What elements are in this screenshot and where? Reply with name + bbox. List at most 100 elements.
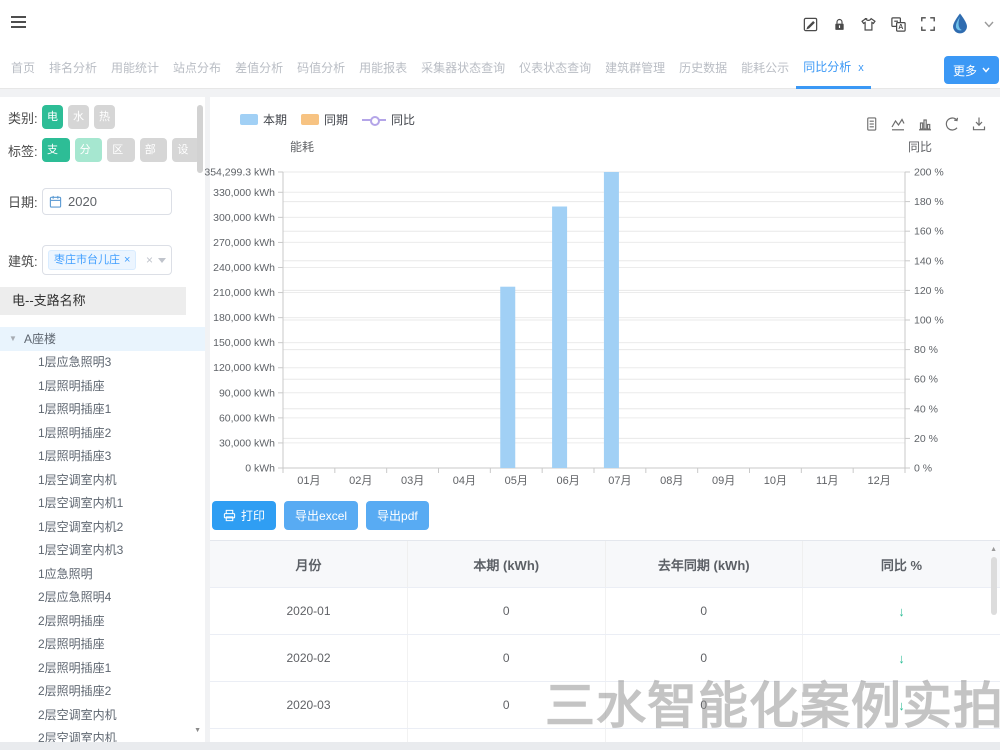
date-filter-row: 日期: 2020 bbox=[8, 188, 205, 215]
table-scrollbar[interactable] bbox=[991, 557, 997, 615]
tree-item[interactable]: 1层应急照明3 bbox=[0, 351, 205, 375]
category-chip[interactable]: 热 bbox=[94, 105, 115, 129]
svg-text:02月: 02月 bbox=[349, 475, 372, 487]
category-chip[interactable]: 水 bbox=[68, 105, 89, 129]
tab-item[interactable]: 码值分析 bbox=[290, 49, 352, 88]
tab-item[interactable]: 用能报表 bbox=[352, 49, 414, 88]
tab-item[interactable]: 站点分布 bbox=[166, 49, 228, 88]
tag-label: 标签: bbox=[8, 141, 42, 160]
close-icon[interactable]: x bbox=[858, 62, 864, 74]
trend-down-icon: ↓ bbox=[898, 698, 905, 713]
tag-chip[interactable]: 设备 bbox=[172, 138, 200, 162]
tab-item[interactable]: 建筑群管理 bbox=[598, 49, 672, 88]
tag-close-icon[interactable]: × bbox=[124, 252, 130, 269]
chart-actions: 打印 导出excel 导出pdf bbox=[212, 501, 429, 530]
tab-item[interactable]: 用能统计 bbox=[104, 49, 166, 88]
legend-item[interactable]: 本期 bbox=[240, 111, 287, 128]
tree-item[interactable]: 1层空调室内机2 bbox=[0, 516, 205, 540]
svg-text:08月: 08月 bbox=[660, 475, 683, 487]
caret-down-icon[interactable]: ▼ bbox=[9, 327, 17, 351]
tree-item[interactable]: 2层照明插座 bbox=[0, 633, 205, 657]
export-excel-button[interactable]: 导出excel bbox=[284, 501, 358, 530]
tab-item[interactable]: 能耗公示 bbox=[734, 49, 796, 88]
tree-item[interactable]: 1层照明插座2 bbox=[0, 422, 205, 446]
tree-group[interactable]: ▼ A座楼 bbox=[0, 327, 205, 351]
chevron-down-icon[interactable] bbox=[984, 21, 994, 28]
tree-item[interactable]: 1层照明插座1 bbox=[0, 398, 205, 422]
tree-item[interactable]: 2层空调室内机 bbox=[0, 727, 205, 742]
svg-text:11月: 11月 bbox=[816, 475, 838, 487]
scroll-up-icon[interactable]: ▲ bbox=[990, 546, 997, 553]
table-cell: 0 bbox=[408, 682, 606, 729]
tab-item[interactable]: 排名分析 bbox=[42, 49, 104, 88]
svg-text:160 %: 160 % bbox=[914, 226, 944, 238]
table-row[interactable]: 2020-0200↓ bbox=[210, 635, 1000, 682]
table-cell: 0 bbox=[605, 635, 803, 682]
download-icon[interactable] bbox=[971, 116, 987, 132]
tag-chip[interactable]: 区域 bbox=[107, 138, 135, 162]
tree-item[interactable]: 1层空调室内机1 bbox=[0, 492, 205, 516]
tree-item[interactable]: 1层空调室内机3 bbox=[0, 539, 205, 563]
category-chip[interactable]: 电 bbox=[42, 105, 63, 129]
more-button[interactable]: 更多 bbox=[944, 56, 999, 84]
tree-item[interactable]: 1层空调室内机 bbox=[0, 469, 205, 493]
tree-item[interactable]: 2层照明插座2 bbox=[0, 680, 205, 704]
tab-item[interactable]: 首页 bbox=[4, 49, 42, 88]
tab-item[interactable]: 采集器状态查询 bbox=[414, 49, 512, 88]
table-row[interactable]: 2020-0300↓ bbox=[210, 682, 1000, 729]
edit-icon[interactable] bbox=[802, 16, 819, 33]
scroll-down-icon[interactable]: ▼ bbox=[194, 727, 201, 734]
table-cell: 2020-02 bbox=[210, 635, 408, 682]
tab-item[interactable]: 同比分析x bbox=[796, 48, 871, 88]
tag-chip[interactable]: 部门 bbox=[140, 138, 168, 162]
line-chart-icon[interactable] bbox=[890, 116, 906, 132]
building-filter-row: 建筑: 枣庄市台儿庄 × × bbox=[8, 245, 205, 275]
table-cell: ↓ bbox=[803, 588, 1000, 635]
tab-item[interactable]: 差值分析 bbox=[228, 49, 290, 88]
lock-icon[interactable] bbox=[832, 16, 847, 33]
legend-line-marker bbox=[362, 119, 386, 121]
legend-label: 本期 bbox=[263, 111, 287, 128]
tree-item[interactable]: 2层照明插座1 bbox=[0, 657, 205, 681]
table-row[interactable]: 2020-0100↓ bbox=[210, 588, 1000, 635]
table-cell: 2020-03 bbox=[210, 682, 408, 729]
sidebar-scrollbar[interactable] bbox=[197, 105, 203, 173]
fullscreen-icon[interactable] bbox=[920, 16, 936, 32]
tab-item[interactable]: 历史数据 bbox=[672, 49, 734, 88]
svg-text:60 %: 60 % bbox=[914, 374, 938, 386]
table-row[interactable]: 2020-0400↓ bbox=[210, 729, 1000, 744]
svg-text:06月: 06月 bbox=[556, 475, 579, 487]
more-label: 更多 bbox=[953, 62, 977, 79]
bar-chart-icon[interactable] bbox=[917, 116, 933, 132]
clear-icon[interactable]: × bbox=[146, 253, 153, 267]
table-column-header: 月份 bbox=[210, 541, 408, 588]
print-button[interactable]: 打印 bbox=[212, 501, 276, 530]
tab-label: 码值分析 bbox=[297, 61, 345, 75]
translate-icon[interactable]: A bbox=[890, 16, 907, 33]
tree-item[interactable]: 2层照明插座 bbox=[0, 610, 205, 634]
refresh-icon[interactable] bbox=[944, 116, 960, 132]
date-label: 日期: bbox=[8, 192, 42, 211]
tree-item[interactable]: 1应急照明 bbox=[0, 563, 205, 587]
tree-item[interactable]: 2层空调室内机 bbox=[0, 704, 205, 728]
tag-chip[interactable]: 分项 bbox=[75, 138, 103, 162]
legend-item[interactable]: 同比 bbox=[362, 111, 415, 128]
data-view-icon[interactable] bbox=[864, 116, 879, 132]
table-cell: ↓ bbox=[803, 729, 1000, 744]
theme-icon[interactable] bbox=[860, 16, 877, 33]
svg-text:12月: 12月 bbox=[867, 475, 890, 487]
tag-chip[interactable]: 支路 bbox=[42, 138, 70, 162]
tab-item[interactable]: 仪表状态查询 bbox=[512, 49, 598, 88]
date-input[interactable]: 2020 bbox=[42, 188, 172, 215]
building-select[interactable]: 枣庄市台儿庄 × × bbox=[42, 245, 172, 275]
tree-item[interactable]: 1层照明插座 bbox=[0, 375, 205, 399]
bar-chart[interactable]: 0 kWh30,000 kWh60,000 kWh90,000 kWh120,0… bbox=[210, 137, 1000, 499]
horizontal-scrollbar[interactable] bbox=[0, 742, 1000, 750]
legend-item[interactable]: 同期 bbox=[301, 111, 348, 128]
tree-item[interactable]: 2层应急照明4 bbox=[0, 586, 205, 610]
export-pdf-button[interactable]: 导出pdf bbox=[366, 501, 429, 530]
tree-group-label: A座楼 bbox=[24, 332, 56, 346]
tree-item[interactable]: 1层照明插座3 bbox=[0, 445, 205, 469]
hamburger-icon[interactable] bbox=[10, 15, 27, 34]
category-label: 类别: bbox=[8, 108, 42, 127]
